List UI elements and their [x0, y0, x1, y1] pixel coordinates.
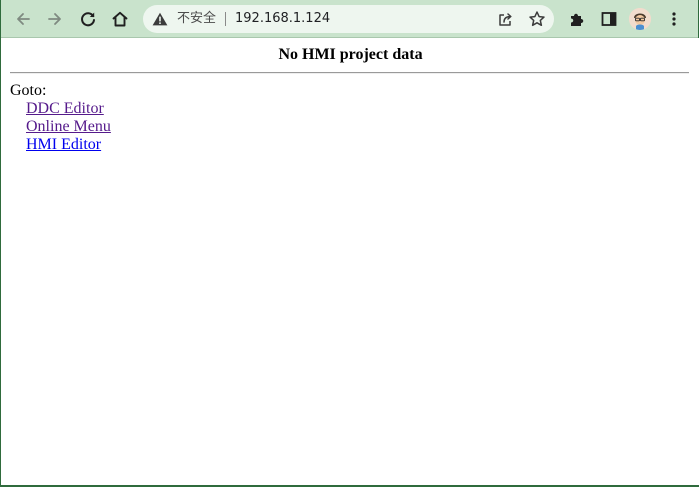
- extensions-button[interactable]: [564, 6, 590, 32]
- ddc-editor-link[interactable]: DDC Editor: [26, 100, 104, 118]
- page-content: No HMI project data Goto: DDC Editor Onl…: [2, 38, 699, 485]
- back-arrow-icon: [17, 13, 30, 25]
- side-panel-button[interactable]: [596, 6, 622, 32]
- side-panel-icon: [601, 12, 617, 26]
- profile-avatar-icon: [629, 8, 651, 30]
- browser-toolbar: 不安全 192.168.1.124: [1, 0, 698, 38]
- bookmark-star-icon[interactable]: [528, 10, 546, 28]
- url-text[interactable]: 192.168.1.124: [235, 10, 330, 28]
- more-menu-icon: [672, 12, 676, 26]
- home-button[interactable]: [107, 6, 133, 32]
- reload-button[interactable]: [75, 6, 101, 32]
- share-icon[interactable]: [497, 11, 514, 28]
- goto-label: Goto:: [10, 82, 47, 99]
- profile-avatar[interactable]: [629, 8, 651, 30]
- back-button[interactable]: [10, 6, 36, 32]
- address-bar[interactable]: 不安全 192.168.1.124: [143, 5, 554, 33]
- security-status-label[interactable]: 不安全: [177, 10, 216, 28]
- home-icon: [112, 11, 128, 27]
- extensions-puzzle-icon: [571, 13, 584, 26]
- address-bar-divider: [225, 12, 226, 26]
- goto-links-list: DDC Editor Online Menu HMI Editor: [26, 100, 111, 154]
- reload-icon: [81, 12, 95, 27]
- warning-icon[interactable]: [152, 12, 168, 26]
- hmi-editor-link[interactable]: HMI Editor: [26, 136, 101, 154]
- horizontal-divider: [10, 72, 689, 74]
- forward-arrow-icon: [48, 13, 61, 25]
- page-title: No HMI project data: [278, 46, 423, 63]
- browser-window: 不安全 192.168.1.124 No HMI project data Go…: [0, 0, 699, 487]
- online-menu-link[interactable]: Online Menu: [26, 118, 111, 136]
- more-menu-button[interactable]: [661, 6, 687, 32]
- forward-button[interactable]: [42, 6, 68, 32]
